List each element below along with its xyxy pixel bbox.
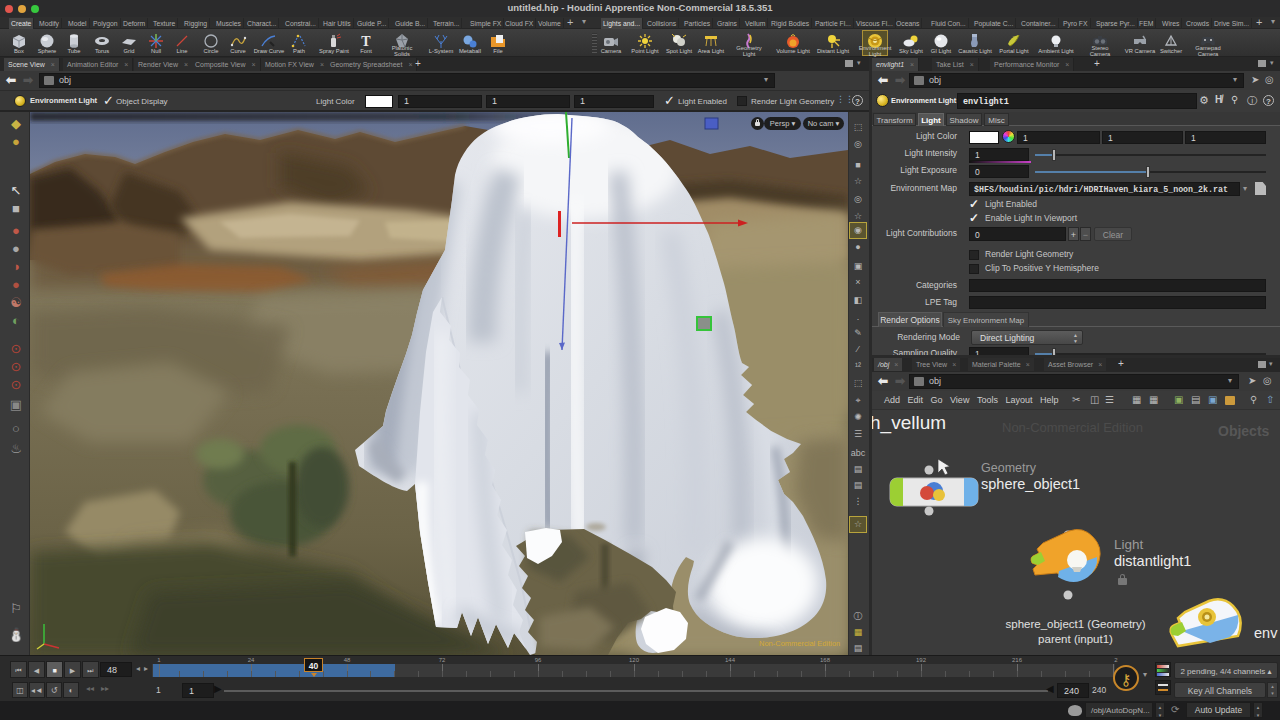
svg-text:T: T bbox=[361, 34, 371, 49]
